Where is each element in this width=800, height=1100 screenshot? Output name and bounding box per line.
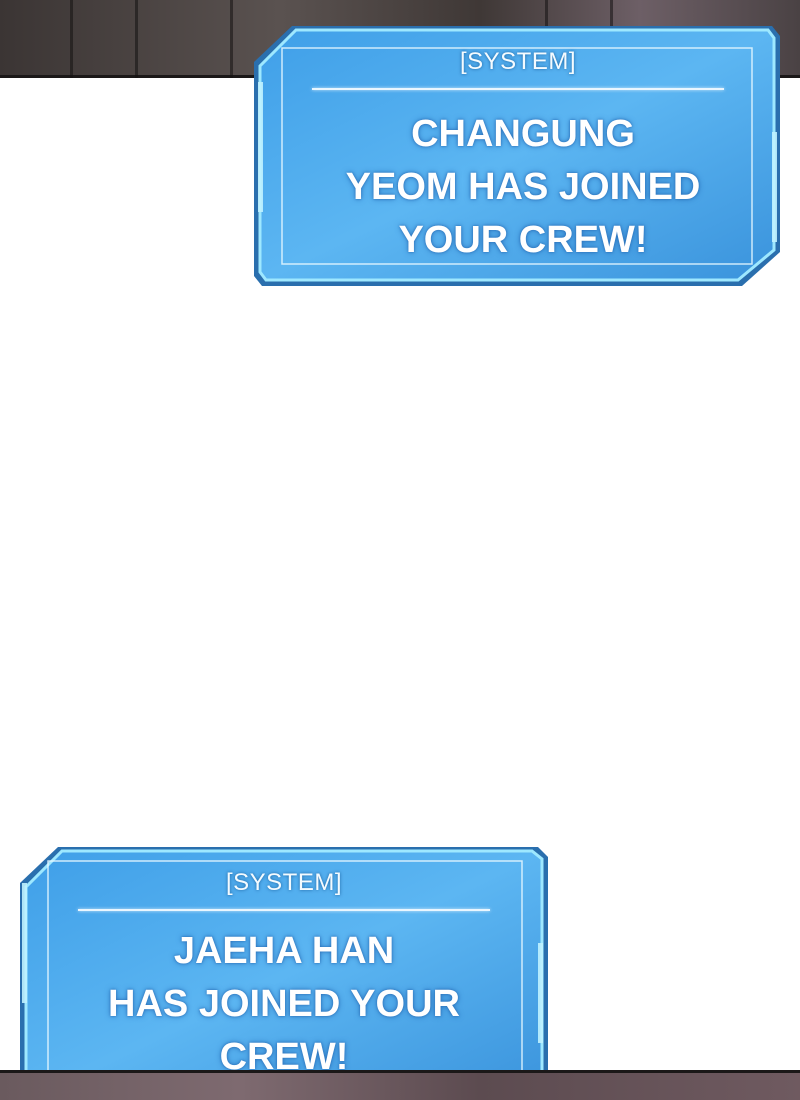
divider [78,909,490,911]
system-notification-1: [SYSTEM] CHANGUNG YEOM HAS JOINED YOUR C… [252,22,784,290]
notification-message: CHANGUNG YEOM HAS JOINED YOUR CREW! [345,113,701,261]
system-notification-2: [SYSTEM] JAEHA HAN HAS JOINED YOUR CREW! [18,843,550,1100]
system-tag: [SYSTEM] [225,869,343,896]
system-tag: [SYSTEM] [459,48,577,75]
divider [312,88,724,90]
notification-message: JAEHA HAN HAS JOINED YOUR CREW! [108,930,460,1078]
bottom-panel-artwork [0,1070,800,1100]
